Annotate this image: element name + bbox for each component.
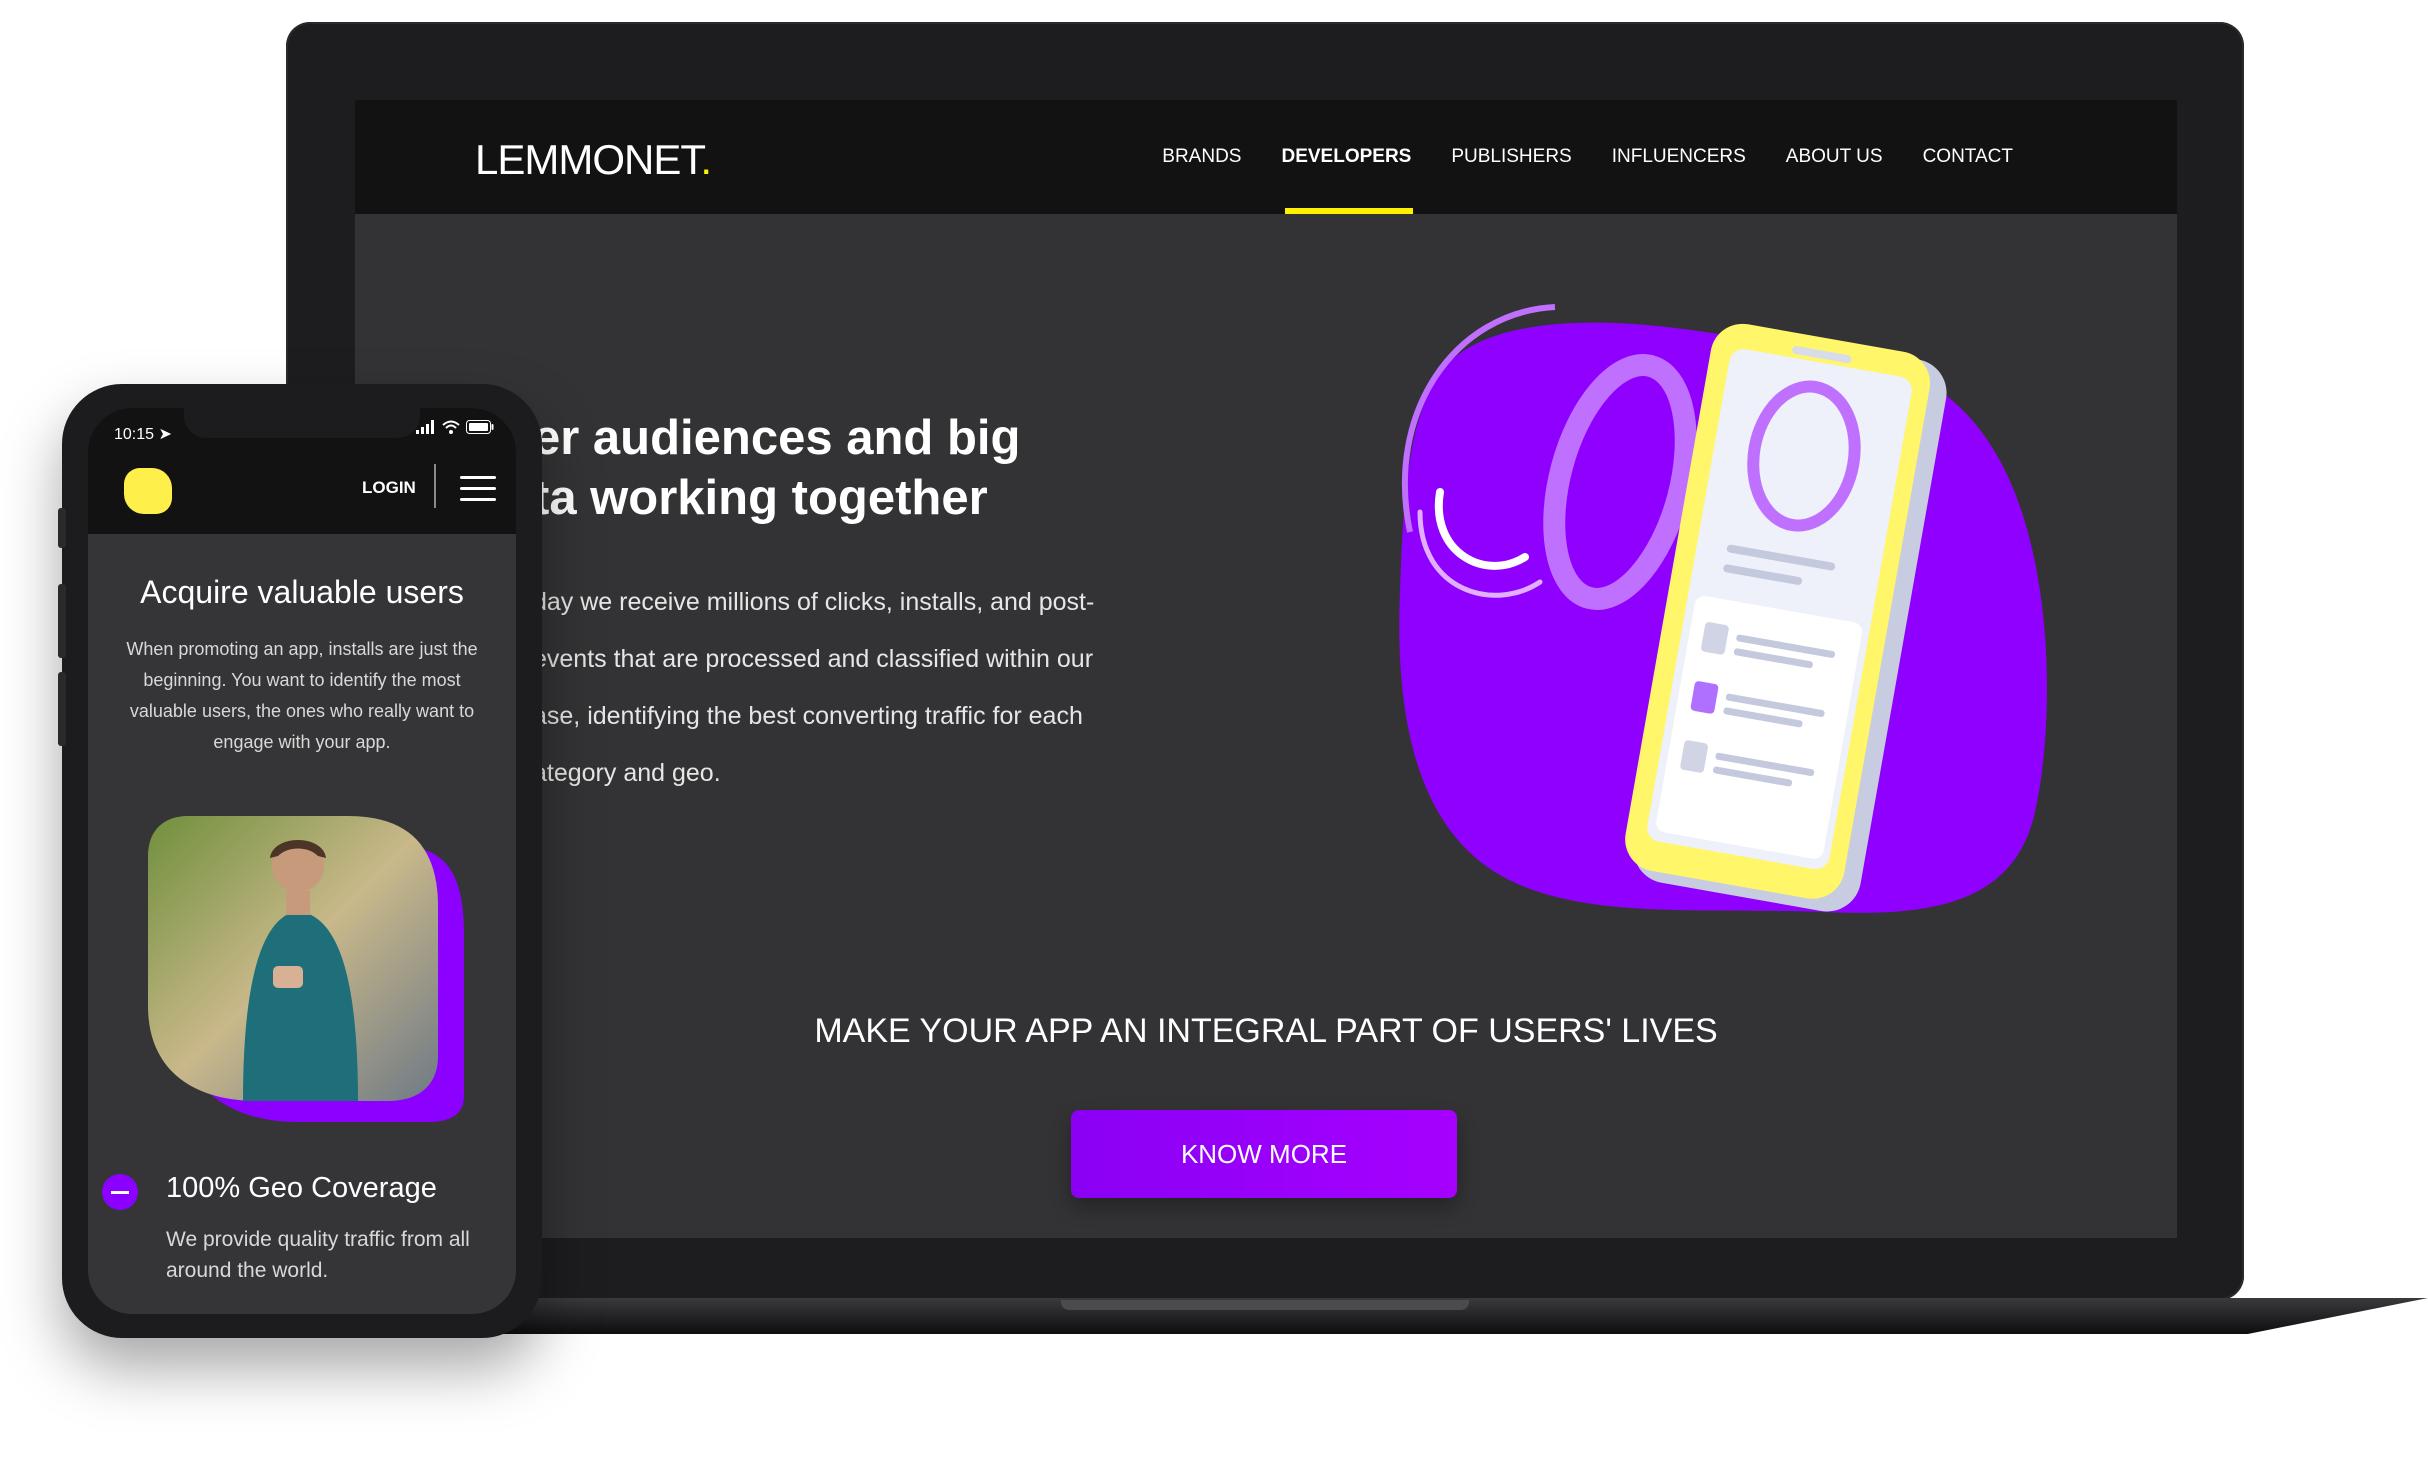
signal-icon — [416, 420, 434, 434]
feature-text: We provide quality traffic from all arou… — [166, 1228, 470, 1282]
nav-developers[interactable]: DEVELOPERS — [1281, 100, 1414, 214]
laptop-hinge — [1061, 1300, 1469, 1310]
login-button[interactable]: LOGIN — [362, 478, 416, 498]
location-arrow-icon: ➤ — [158, 426, 172, 443]
know-more-button[interactable]: KNOW MORE — [1071, 1110, 1457, 1198]
phone-side-button — [58, 672, 66, 746]
phone-notch — [184, 408, 420, 438]
nav-publishers[interactable]: PUBLISHERS — [1451, 100, 1571, 214]
mobile-header: 10:15 ➤ LOGIN — [88, 408, 516, 534]
mobile-section-title: Acquire valuable users — [140, 574, 464, 610]
header-divider — [434, 464, 436, 508]
hero-text-line-4: ategory and geo. — [533, 759, 721, 787]
site-logo[interactable]: LEMMONET. — [475, 136, 712, 184]
desktop-site: LEMMONET. BRANDS DEVELOPERS PUBLISHERS I… — [355, 100, 2177, 1238]
hero-text-line-2: events that are processed and classified… — [533, 645, 1094, 673]
hero-title-line-1: er audiences and big — [533, 411, 1021, 465]
nav-brands[interactable]: BRANDS — [1162, 100, 1241, 214]
mobile-site: 10:15 ➤ LOGIN Acquire valuable users Whe… — [88, 408, 516, 1314]
phone-side-button — [58, 584, 66, 658]
nav-influencers[interactable]: INFLUENCERS — [1612, 100, 1746, 214]
status-icons — [416, 420, 494, 434]
battery-icon — [466, 420, 494, 434]
section-tagline: MAKE YOUR APP AN INTEGRAL PART OF USERS'… — [814, 1012, 1718, 1050]
mobile-section-text: When promoting an app, installs are just… — [126, 639, 478, 752]
site-header: LEMMONET. BRANDS DEVELOPERS PUBLISHERS I… — [355, 100, 2177, 214]
phone-side-button — [58, 508, 66, 548]
nav-about-us[interactable]: ABOUT US — [1786, 100, 1883, 214]
logo-dot: . — [700, 136, 712, 183]
user-photo — [148, 816, 464, 1122]
logo-text: LEMMONET — [475, 136, 701, 183]
nav-contact[interactable]: CONTACT — [1923, 100, 2013, 214]
status-time-text: 10:15 — [114, 426, 155, 443]
hero-text-line-3: ase, identifying the best converting tra… — [533, 702, 1083, 730]
collapse-icon[interactable] — [102, 1174, 138, 1210]
wifi-icon — [442, 420, 460, 434]
feature-title: 100% Geo Coverage — [166, 1172, 437, 1204]
hero-title-line-2: ta working together — [533, 471, 988, 525]
hero-description: day we receive millions of clicks, insta… — [533, 574, 1153, 802]
status-time: 10:15 ➤ — [114, 424, 172, 444]
hero-text-line-1: day we receive millions of clicks, insta… — [533, 588, 1095, 616]
phone-illustration — [1399, 304, 2047, 913]
hero-title: er audiences and big ta working together — [533, 408, 1133, 528]
menu-icon[interactable] — [460, 476, 496, 502]
main-nav: BRANDS DEVELOPERS PUBLISHERS INFLUENCERS… — [1162, 100, 2013, 214]
app-logo-icon[interactable] — [124, 468, 172, 514]
